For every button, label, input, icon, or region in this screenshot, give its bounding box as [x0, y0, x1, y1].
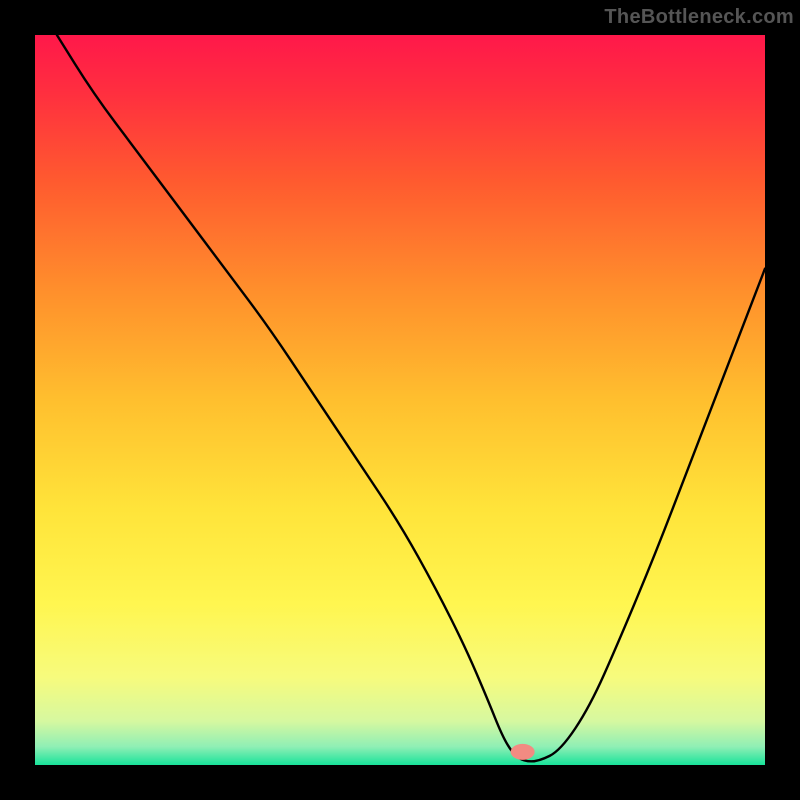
chart-frame: TheBottleneck.com	[0, 0, 800, 800]
optimal-marker	[511, 744, 535, 760]
bottleneck-chart	[0, 0, 800, 800]
gradient-background	[35, 35, 765, 765]
